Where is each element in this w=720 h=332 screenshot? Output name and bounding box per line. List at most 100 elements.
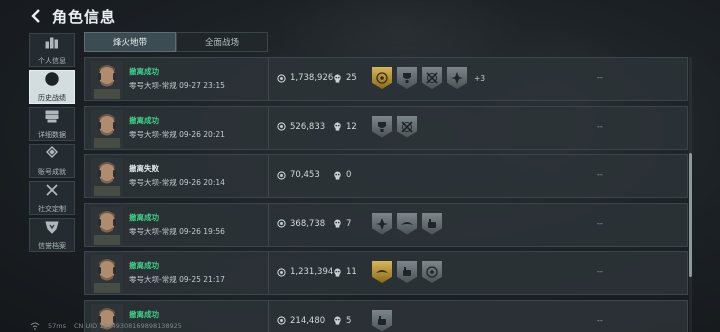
sidebar-item-5[interactable]: 信誉档案 bbox=[29, 218, 75, 252]
extract-result: 撤离失败 bbox=[129, 164, 159, 173]
match-meta: 零号大坝-常规 09-26 20:14 bbox=[129, 177, 225, 188]
kill-count-text: 11 bbox=[346, 267, 357, 277]
achievement-badges: +3 bbox=[372, 67, 485, 89]
match-history-list[interactable]: 撤离成功 零号大坝-常规 09-27 23:15 1,738,926 25 +3… bbox=[84, 57, 688, 332]
skull-icon bbox=[334, 74, 341, 83]
strike-icon bbox=[375, 217, 389, 231]
achievement-badge[interactable] bbox=[397, 261, 417, 283]
match-meta: 零号大坝-常规 09-25 21:17 bbox=[129, 274, 225, 285]
extra-stat: -- bbox=[597, 315, 603, 325]
coin-icon bbox=[277, 73, 286, 83]
trophy-icon bbox=[375, 120, 389, 134]
kill-count-text: 12 bbox=[346, 121, 357, 132]
loot-value-text: 70,453 bbox=[290, 170, 320, 180]
achievement-badge[interactable] bbox=[372, 115, 392, 138]
shield-heart-icon bbox=[44, 219, 60, 239]
loot-value-text: 368,738 bbox=[290, 218, 326, 229]
match-time: 09-25 21:17 bbox=[179, 275, 225, 284]
scrollbar[interactable] bbox=[689, 57, 692, 332]
sidebar-item-2[interactable]: 详细数据 bbox=[29, 107, 75, 141]
loot-value: 70,453 bbox=[277, 170, 320, 180]
mode-tabs: 烽火地带 全面战场 bbox=[84, 32, 268, 52]
extra-stat: -- bbox=[597, 121, 603, 131]
match-row[interactable]: 撤离成功 零号大坝-常规 09-26 20:21 526,833 12 -- bbox=[84, 105, 688, 150]
page-title: 角色信息 bbox=[52, 7, 117, 26]
match-time: 09-26 20:14 bbox=[179, 178, 225, 187]
back-button[interactable] bbox=[28, 7, 44, 25]
skull-icon bbox=[334, 316, 341, 325]
wifi-icon bbox=[30, 322, 40, 330]
row-divider bbox=[268, 252, 269, 294]
achievement-badges bbox=[372, 309, 392, 332]
match-row[interactable]: 撤离成功 零号大坝-常规 09-26 19:56 368,738 7 -- bbox=[84, 202, 688, 247]
kill-count-text: 7 bbox=[346, 218, 352, 229]
avatar bbox=[91, 61, 123, 99]
footer: 57ms CN UID 18449308169898138925 bbox=[30, 322, 182, 330]
achievement-badge[interactable] bbox=[372, 261, 392, 283]
sidebar-item-4[interactable]: 社交定制 bbox=[29, 181, 75, 215]
loot-value: 1,738,926 bbox=[277, 73, 333, 83]
loot-value-text: 526,833 bbox=[290, 121, 326, 132]
sidebar-item-1[interactable]: 历史战绩 bbox=[29, 70, 75, 104]
coin-icon bbox=[277, 170, 286, 180]
tab-0[interactable]: 烽火地带 bbox=[84, 32, 176, 52]
coin-icon bbox=[277, 219, 286, 228]
extra-stat: -- bbox=[597, 170, 603, 179]
match-row[interactable]: 撤离成功 零号大坝-常规 09-25 21:17 1,231,394 11 -- bbox=[84, 251, 688, 295]
achievement-badge[interactable] bbox=[397, 115, 417, 138]
kill-count-text: 25 bbox=[346, 73, 357, 83]
achievement-badge[interactable] bbox=[397, 212, 417, 235]
match-time: 09-26 20:21 bbox=[179, 129, 225, 139]
kill-count: 5 bbox=[333, 316, 351, 326]
loot-value-text: 1,231,394 bbox=[290, 267, 334, 277]
crossed-rifles-icon bbox=[425, 71, 439, 85]
extract-result: 撤离成功 bbox=[129, 67, 159, 76]
achievement-badge[interactable] bbox=[372, 309, 392, 332]
kill-count: 11 bbox=[333, 267, 357, 277]
sidebar-item-label: 社交定制 bbox=[38, 205, 66, 213]
trophy-icon bbox=[400, 71, 414, 85]
achievement-badge[interactable] bbox=[422, 212, 442, 235]
achievement-badge[interactable] bbox=[372, 67, 392, 89]
extract-result: 撤离成功 bbox=[129, 212, 159, 222]
wing-badge-icon bbox=[400, 217, 414, 231]
sidebar-item-label: 账号成就 bbox=[38, 168, 66, 176]
strike-icon bbox=[450, 71, 464, 85]
match-row[interactable]: 撤离失败 零号大坝-常规 09-26 20:14 70,453 0 -- bbox=[84, 154, 688, 198]
match-time: 09-27 23:15 bbox=[179, 81, 225, 90]
loot-value-text: 1,738,926 bbox=[290, 73, 334, 83]
loot-value: 368,738 bbox=[277, 219, 325, 229]
match-row[interactable]: 撤离成功 零号大坝-常规 09-27 23:15 1,738,926 25 +3… bbox=[84, 57, 688, 101]
match-meta: 零号大坝-常规 09-26 20:21 bbox=[129, 129, 225, 140]
row-divider bbox=[268, 300, 269, 332]
achievement-badge[interactable] bbox=[397, 67, 417, 89]
row-divider bbox=[268, 203, 269, 246]
row-divider bbox=[268, 155, 269, 197]
scroll-thumb[interactable] bbox=[689, 153, 692, 277]
achievement-badge[interactable] bbox=[422, 261, 442, 283]
achievement-badges bbox=[372, 261, 442, 283]
achievement-badges bbox=[372, 115, 417, 138]
match-meta: 零号大坝-常规 09-26 19:56 bbox=[129, 226, 225, 237]
avatar bbox=[91, 255, 123, 293]
row-divider bbox=[268, 58, 269, 100]
achievement-badge[interactable] bbox=[422, 67, 442, 89]
achievement-badges bbox=[372, 212, 442, 235]
map-name: 零号大坝-常规 bbox=[129, 178, 177, 187]
uid-text: CN UID 18449308169898138925 bbox=[74, 322, 182, 330]
sidebar-item-3[interactable]: 账号成就 bbox=[29, 144, 75, 178]
coin-icon bbox=[277, 122, 286, 131]
tab-1[interactable]: 全面战场 bbox=[176, 32, 268, 52]
achievement-badge[interactable] bbox=[447, 67, 467, 89]
achievement-badge[interactable] bbox=[372, 212, 392, 235]
coin-icon bbox=[277, 267, 286, 277]
tools-icon bbox=[44, 182, 60, 202]
sidebar-item-0[interactable]: 个人信息 bbox=[29, 33, 75, 67]
history-icon bbox=[44, 71, 60, 91]
kill-count-text: 5 bbox=[346, 315, 352, 326]
target-icon bbox=[375, 71, 389, 85]
ping-text: 57ms bbox=[48, 322, 66, 330]
hand-icon bbox=[375, 314, 389, 328]
avatar bbox=[91, 206, 123, 245]
extra-stat: -- bbox=[597, 73, 603, 82]
